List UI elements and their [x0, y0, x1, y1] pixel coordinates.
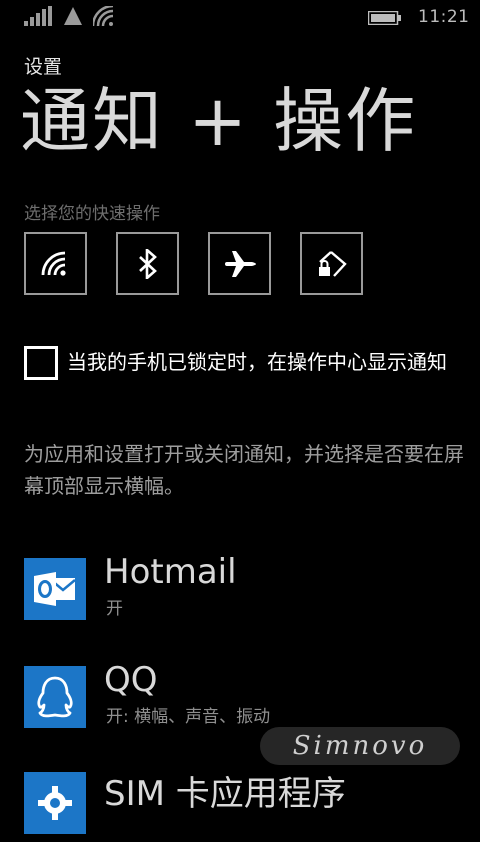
app-tile	[24, 558, 86, 620]
show-on-lock-checkbox[interactable]	[24, 346, 58, 380]
wifi-icon	[93, 6, 114, 26]
watermark: Simnovo	[260, 727, 460, 765]
notifications-description: 为应用和设置打开或关闭通知，并选择是否要在屏幕顶部显示横幅。	[24, 442, 464, 498]
qq-icon	[37, 676, 73, 718]
app-tile	[24, 666, 86, 728]
app-name: QQ	[104, 660, 158, 700]
gear-icon	[38, 786, 72, 820]
signal-icon	[24, 6, 52, 26]
page-title: 通知 + 操作	[20, 80, 418, 162]
quick-action-bluetooth[interactable]	[116, 232, 179, 295]
battery-icon	[368, 11, 401, 25]
app-item-sim-apps[interactable]: SIM 卡应用程序	[24, 772, 464, 842]
network-triangle-icon	[64, 7, 82, 25]
status-bar: 11:21	[0, 0, 480, 34]
bluetooth-icon	[138, 248, 157, 279]
quick-action-airplane[interactable]	[208, 232, 271, 295]
app-title: 设置	[24, 56, 63, 78]
wifi-icon	[41, 251, 66, 276]
quick-actions-label: 选择您的快速操作	[24, 204, 160, 224]
quick-action-rotation-lock[interactable]	[300, 232, 363, 295]
app-item-qq[interactable]: QQ 开: 横幅、声音、振动	[24, 660, 464, 736]
app-item-hotmail[interactable]: Hotmail 开	[24, 552, 464, 628]
app-status: 开: 横幅、声音、振动	[106, 707, 271, 727]
outlook-icon	[34, 572, 76, 606]
clock: 11:21	[418, 7, 470, 27]
app-status: 开	[106, 599, 123, 619]
app-tile	[24, 772, 86, 834]
airplane-mode-icon	[224, 250, 256, 277]
quick-action-wifi[interactable]	[24, 232, 87, 295]
app-name: Hotmail	[104, 552, 237, 592]
rotation-lock-icon	[318, 250, 347, 277]
app-name: SIM 卡应用程序	[104, 774, 346, 814]
show-on-lock-label[interactable]: 当我的手机已锁定时，在操作中心显示通知	[67, 349, 467, 375]
